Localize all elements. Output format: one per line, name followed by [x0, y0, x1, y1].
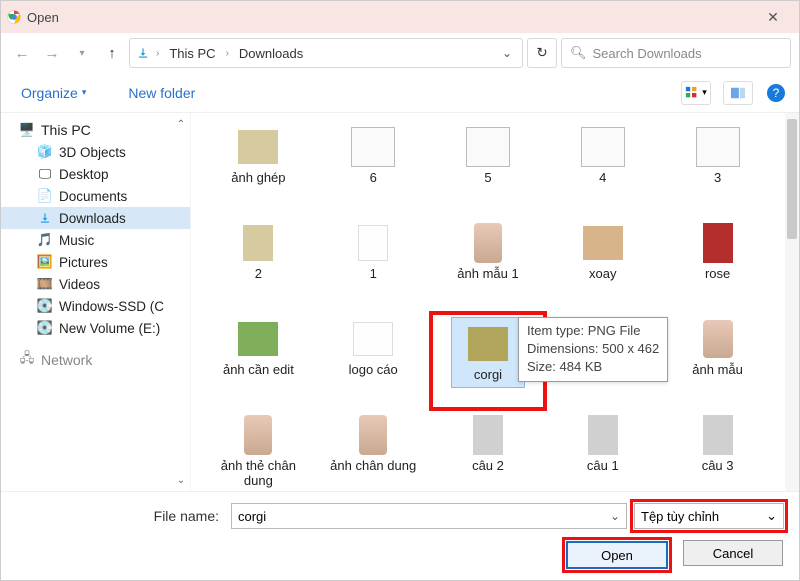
- chevron-down-icon[interactable]: ⌄: [610, 509, 620, 523]
- open-dialog: Open ✕ ← → ▾ ↑ › This PC › Downloads ⌄ ↻…: [0, 0, 800, 581]
- sidebar-scroll-up[interactable]: ⌃: [174, 117, 188, 131]
- body: ⌃ 🖥️ This PC 🧊3D Objects 🖵Desktop 📄Docum…: [1, 113, 799, 491]
- help-button[interactable]: ?: [767, 84, 785, 102]
- sidebar-item-drive-e[interactable]: 💽New Volume (E:): [1, 317, 190, 339]
- sidebar-item-downloads[interactable]: Downloads: [1, 207, 190, 229]
- downloads-icon: [37, 210, 53, 226]
- pictures-icon: 🖼️: [37, 254, 53, 270]
- chevron-right-icon: ›: [156, 48, 159, 59]
- vertical-scrollbar[interactable]: [785, 113, 799, 491]
- file-item[interactable]: câu 1: [545, 409, 660, 491]
- sidebar-item-3dobjects[interactable]: 🧊3D Objects: [1, 141, 190, 163]
- downloads-icon: [136, 46, 150, 60]
- file-item[interactable]: 5: [431, 121, 546, 217]
- sidebar-item-music[interactable]: 🎵Music: [1, 229, 190, 251]
- titlebar: Open ✕: [1, 1, 799, 33]
- document-icon: 📄: [37, 188, 53, 204]
- sidebar-item-desktop[interactable]: 🖵Desktop: [1, 163, 190, 185]
- cancel-button[interactable]: Cancel: [683, 540, 783, 566]
- file-item[interactable]: 3: [660, 121, 775, 217]
- file-item[interactable]: logo cáo: [316, 313, 431, 409]
- close-button[interactable]: ✕: [753, 9, 793, 26]
- organize-button[interactable]: Organize ▾: [15, 81, 92, 105]
- music-icon: 🎵: [37, 232, 53, 248]
- scrollbar-thumb[interactable]: [787, 119, 797, 239]
- open-button[interactable]: Open: [567, 542, 667, 568]
- search-input[interactable]: 🔍︎ Search Downloads: [561, 38, 791, 68]
- address-dropdown[interactable]: ⌄: [502, 46, 516, 60]
- window-title: Open: [27, 10, 59, 25]
- file-grid: ảnh ghép 6 5 4 3 2 1 ảnh mẫu 1 xoay rose…: [191, 113, 785, 491]
- forward-button[interactable]: →: [39, 40, 65, 66]
- pc-icon: 🖥️: [19, 122, 35, 138]
- file-item[interactable]: ảnh thẻ chân dung: [201, 409, 316, 491]
- filetype-select[interactable]: Tệp tùy chỉnh ⌄: [634, 503, 784, 529]
- sidebar-item-documents[interactable]: 📄Documents: [1, 185, 190, 207]
- sidebar-item-drive-c[interactable]: 💽Windows-SSD (C: [1, 295, 190, 317]
- drive-icon: 💽: [37, 320, 53, 336]
- chrome-icon: [7, 10, 21, 24]
- sidebar-item-thispc[interactable]: 🖥️ This PC: [1, 119, 190, 141]
- toolbar: Organize ▾ New folder ▾ ?: [1, 73, 799, 113]
- drive-icon: 💽: [37, 298, 53, 314]
- chevron-right-icon: ›: [226, 48, 229, 59]
- sidebar-item-network[interactable]: 🖧Network: [1, 349, 190, 371]
- nav-row: ← → ▾ ↑ › This PC › Downloads ⌄ ↻ 🔍︎ Sea…: [1, 33, 799, 73]
- file-item[interactable]: 1: [316, 217, 431, 313]
- file-area: ảnh ghép 6 5 4 3 2 1 ảnh mẫu 1 xoay rose…: [191, 113, 799, 491]
- newfolder-button[interactable]: New folder: [122, 81, 201, 105]
- file-item[interactable]: ảnh mẫu 1: [431, 217, 546, 313]
- recent-dropdown[interactable]: ▾: [69, 40, 95, 66]
- file-item[interactable]: 6: [316, 121, 431, 217]
- file-item[interactable]: câu 2: [431, 409, 546, 491]
- sidebar-item-videos[interactable]: 🎞️Videos: [1, 273, 190, 295]
- back-button[interactable]: ←: [9, 40, 35, 66]
- file-item[interactable]: xoay: [545, 217, 660, 313]
- search-placeholder: Search Downloads: [593, 46, 702, 61]
- file-tooltip: Item type: PNG File Dimensions: 500 x 46…: [518, 317, 668, 382]
- preview-pane-button[interactable]: [723, 81, 753, 105]
- file-item[interactable]: ảnh mẫu: [660, 313, 775, 409]
- desktop-icon: 🖵: [37, 166, 53, 182]
- search-icon: 🔍︎: [570, 45, 587, 61]
- file-item[interactable]: 4: [545, 121, 660, 217]
- up-button[interactable]: ↑: [99, 40, 125, 66]
- view-mode-button[interactable]: ▾: [681, 81, 711, 105]
- file-item[interactable]: ảnh chân dung: [316, 409, 431, 491]
- network-icon: 🖧: [19, 352, 35, 368]
- address-bar[interactable]: › This PC › Downloads ⌄: [129, 38, 523, 68]
- sidebar: ⌃ 🖥️ This PC 🧊3D Objects 🖵Desktop 📄Docum…: [1, 113, 191, 491]
- breadcrumb-seg-0[interactable]: This PC: [165, 44, 219, 63]
- sidebar-item-pictures[interactable]: 🖼️Pictures: [1, 251, 190, 273]
- footer: File name: corgi ⌄ Tệp tùy chỉnh ⌄ Open …: [1, 491, 799, 580]
- videos-icon: 🎞️: [37, 276, 53, 292]
- filename-input[interactable]: corgi ⌄: [231, 503, 627, 529]
- file-item[interactable]: rose: [660, 217, 775, 313]
- file-item[interactable]: ảnh cần edit: [201, 313, 316, 409]
- refresh-button[interactable]: ↻: [527, 38, 557, 68]
- file-item[interactable]: câu 3: [660, 409, 775, 491]
- cube-icon: 🧊: [37, 144, 53, 160]
- sidebar-scroll-down[interactable]: ⌄: [174, 473, 188, 487]
- filename-label: File name:: [15, 508, 225, 524]
- file-item[interactable]: 2: [201, 217, 316, 313]
- chevron-down-icon[interactable]: ⌄: [766, 508, 777, 524]
- breadcrumb-seg-1[interactable]: Downloads: [235, 44, 307, 63]
- file-item[interactable]: ảnh ghép: [201, 121, 316, 217]
